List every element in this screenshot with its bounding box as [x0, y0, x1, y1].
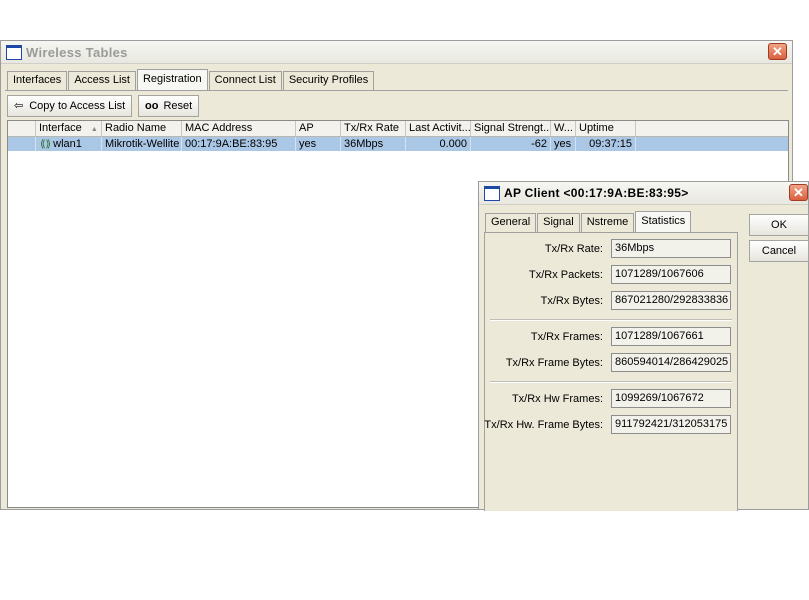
header-blank	[8, 121, 36, 136]
tab-interfaces[interactable]: Interfaces	[7, 71, 68, 90]
reset-button-label: Reset	[163, 100, 193, 112]
cell-uptime: 09:37:15	[576, 137, 636, 151]
cell-signal-strength: -62	[471, 137, 551, 151]
ok-button[interactable]: OK	[749, 214, 809, 236]
separator-2	[490, 381, 732, 383]
label-tx-rx-rate: Tx/Rx Rate:	[544, 243, 603, 255]
tab-general[interactable]: General	[485, 213, 537, 232]
cell-blank	[8, 137, 36, 151]
label-tx-rx-frames: Tx/Rx Frames:	[530, 331, 603, 343]
tx-rx-frame-bytes-field[interactable]: 860594014/286429025	[611, 353, 731, 372]
table-header: Interface ▲ Radio Name MAC Address AP Tx…	[8, 121, 788, 137]
reset-button[interactable]: oo Reset	[138, 95, 200, 117]
tx-rx-hw-frame-bytes-field[interactable]: 911792421/312053175	[611, 415, 731, 434]
tab-statistics[interactable]: Statistics	[635, 211, 692, 232]
tx-rx-bytes-field[interactable]: 867021280/292833836	[611, 291, 731, 310]
label-tx-rx-packets: Tx/Rx Packets:	[529, 269, 603, 281]
main-window-title: Wireless Tables	[26, 45, 128, 60]
header-signal-strength[interactable]: Signal Strengt...	[471, 121, 551, 136]
window-icon	[6, 45, 22, 60]
header-mac-address[interactable]: MAC Address	[182, 121, 296, 136]
cell-interface: ⟪⟫ wlan1	[36, 137, 102, 151]
cell-last-activity: 0.000	[406, 137, 471, 151]
reset-icon: oo	[145, 100, 159, 112]
dialog-titlebar[interactable]: AP Client <00:17:9A:BE:83:95> ✕	[479, 182, 808, 205]
copy-button-label: Copy to Access List	[29, 100, 126, 112]
header-interface[interactable]: Interface ▲	[36, 121, 102, 136]
header-last-activity[interactable]: Last Activit...	[406, 121, 471, 136]
dialog-close-icon[interactable]: ✕	[789, 184, 808, 201]
main-close-icon[interactable]: ✕	[768, 43, 787, 60]
tx-rx-hw-frames-field[interactable]: 1099269/1067672	[611, 389, 731, 408]
main-titlebar[interactable]: Wireless Tables ✕	[1, 41, 792, 64]
tab-content-border	[5, 90, 788, 91]
label-tx-rx-bytes: Tx/Rx Bytes:	[540, 295, 603, 307]
label-tx-rx-hw-frames: Tx/Rx Hw Frames:	[511, 393, 603, 405]
tab-security-profiles[interactable]: Security Profiles	[282, 71, 375, 90]
tx-rx-packets-field[interactable]: 1071289/1067606	[611, 265, 731, 284]
tab-nstreme[interactable]: Nstreme	[580, 213, 635, 232]
tx-rx-frames-field[interactable]: 1071289/1067661	[611, 327, 731, 346]
label-tx-rx-frame-bytes: Tx/Rx Frame Bytes:	[505, 357, 603, 369]
header-uptime[interactable]: Uptime	[576, 121, 636, 136]
copy-to-access-list-button[interactable]: ⇦ Copy to Access List	[7, 95, 133, 117]
header-radio-name[interactable]: Radio Name	[102, 121, 182, 136]
cancel-button[interactable]: Cancel	[749, 240, 809, 262]
sort-asc-icon: ▲	[90, 126, 98, 133]
separator-1	[490, 319, 732, 321]
cell-radio-name: Mikrotik-Wellite	[102, 137, 182, 151]
arrow-left-icon: ⇦	[14, 100, 24, 112]
header-tx-rx-rate[interactable]: Tx/Rx Rate	[341, 121, 406, 136]
cell-mac-address: 00:17:9A:BE:83:95	[182, 137, 296, 151]
wireless-interface-icon: ⟪⟫	[40, 139, 52, 150]
tab-signal[interactable]: Signal	[537, 213, 580, 232]
label-tx-rx-hw-frame-bytes: Tx/Rx Hw. Frame Bytes:	[484, 419, 603, 431]
cell-ap: yes	[296, 137, 341, 151]
cell-tx-rx-rate: 36Mbps	[341, 137, 406, 151]
ap-client-dialog: AP Client <00:17:9A:BE:83:95> ✕ General …	[478, 181, 809, 511]
header-w[interactable]: W...	[551, 121, 576, 136]
tab-registration[interactable]: Registration	[136, 69, 208, 90]
tab-connect-list[interactable]: Connect List	[208, 71, 282, 90]
main-tabs: Interfaces Access List Registration Conn…	[7, 69, 375, 90]
dialog-tabs: General Signal Nstreme Statistics	[485, 211, 692, 232]
table-row[interactable]: ⟪⟫ wlan1 Mikrotik-Wellite 00:17:9A:BE:83:…	[8, 137, 788, 151]
tx-rx-rate-field[interactable]: 36Mbps	[611, 239, 731, 258]
header-ap[interactable]: AP	[296, 121, 341, 136]
dialog-window-icon	[484, 186, 500, 201]
cell-w: yes	[551, 137, 576, 151]
dialog-title: AP Client <00:17:9A:BE:83:95>	[504, 186, 689, 200]
tab-access-list[interactable]: Access List	[68, 71, 136, 90]
